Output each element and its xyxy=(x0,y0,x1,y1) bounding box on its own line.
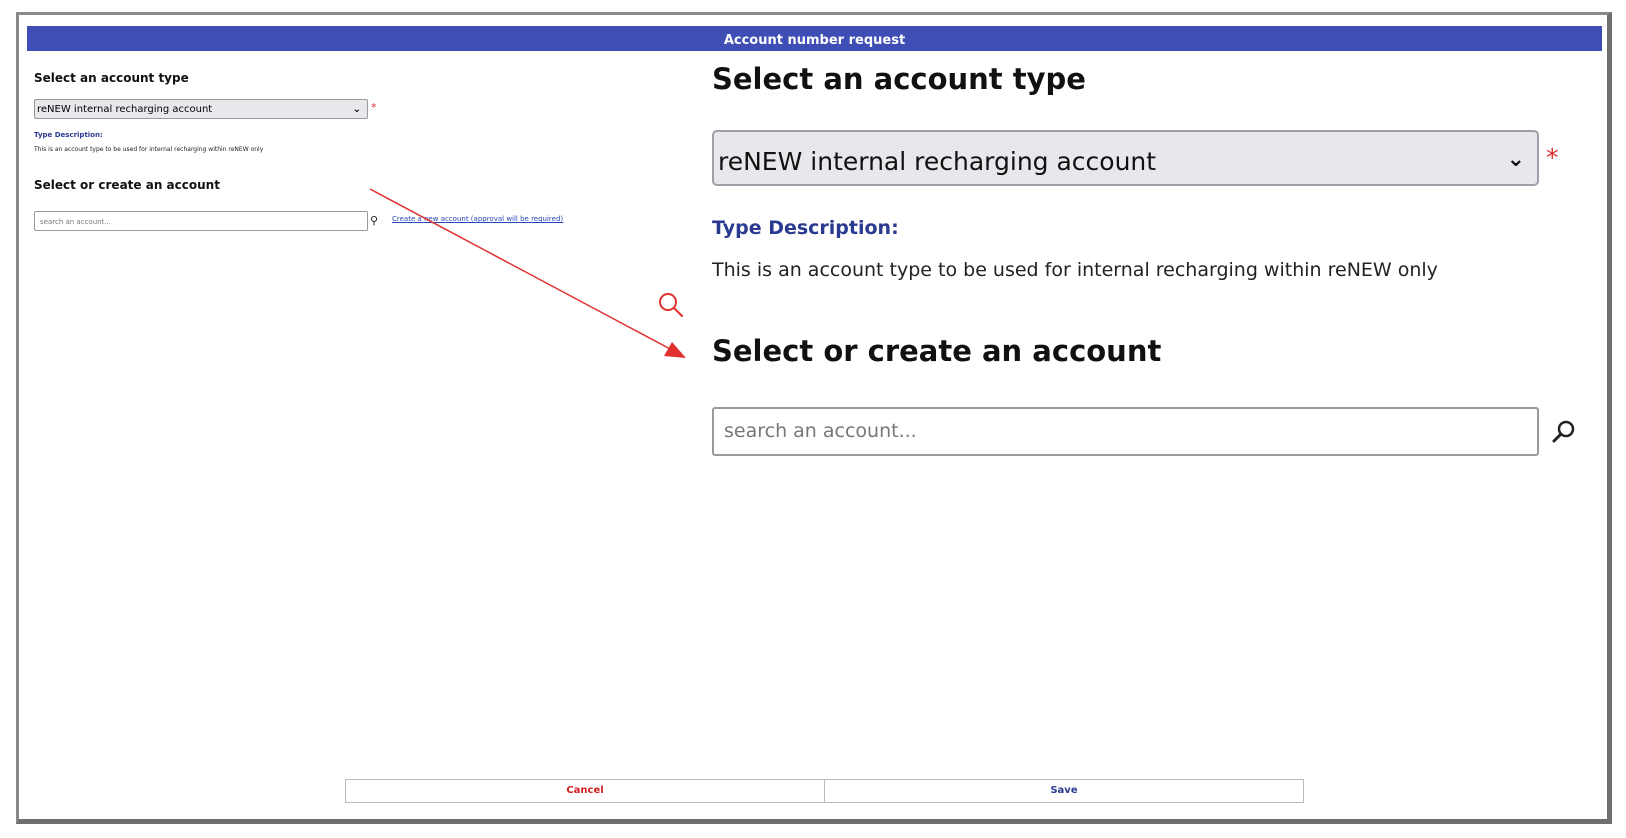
account-search-input[interactable]: search an account... xyxy=(34,211,368,231)
zoomed-type-description-text: This is an account type to be used for i… xyxy=(712,259,1438,281)
account-heading: Select or create an account xyxy=(34,178,220,192)
required-marker: * xyxy=(371,101,377,114)
account-type-select-value: reNEW internal recharging account xyxy=(37,104,213,115)
type-description-label: Type Description: xyxy=(34,131,103,139)
zoomed-account-search-input[interactable]: search an account... xyxy=(712,407,1539,456)
account-type-select[interactable]: reNEW internal recharging account ⌄ xyxy=(34,99,368,119)
account-search-placeholder: search an account... xyxy=(40,218,111,226)
search-icon[interactable]: ⚲ xyxy=(370,214,378,227)
search-icon[interactable] xyxy=(1549,417,1579,447)
account-type-heading: Select an account type xyxy=(34,71,189,85)
screenshot-frame: Account number request Select an account… xyxy=(0,0,1626,838)
zoomed-account-heading: Select or create an account xyxy=(712,334,1162,368)
chevron-down-icon[interactable]: ⌄ xyxy=(353,100,361,120)
dialog-title: Account number request xyxy=(723,33,906,48)
type-description-text: This is an account type to be used for i… xyxy=(34,146,264,153)
magnifier-icon xyxy=(659,293,683,317)
zoomed-required-marker: * xyxy=(1546,143,1559,172)
save-button[interactable]: Save xyxy=(824,779,1304,803)
zoomed-account-search-placeholder: search an account... xyxy=(724,420,917,442)
zoomed-account-type-select[interactable]: reNEW internal recharging account ⌄ xyxy=(712,130,1539,186)
zoomed-type-description-label: Type Description: xyxy=(712,217,899,239)
create-account-link[interactable]: Create a new account (approval will be r… xyxy=(392,215,563,223)
dialog-title-bar: Account number request xyxy=(27,26,1602,51)
cancel-button[interactable]: Cancel xyxy=(345,779,825,803)
chevron-down-icon[interactable]: ⌄ xyxy=(1507,130,1525,190)
zoomed-account-type-select-value: reNEW internal recharging account xyxy=(718,147,1157,176)
zoomed-account-type-heading: Select an account type xyxy=(712,62,1086,96)
